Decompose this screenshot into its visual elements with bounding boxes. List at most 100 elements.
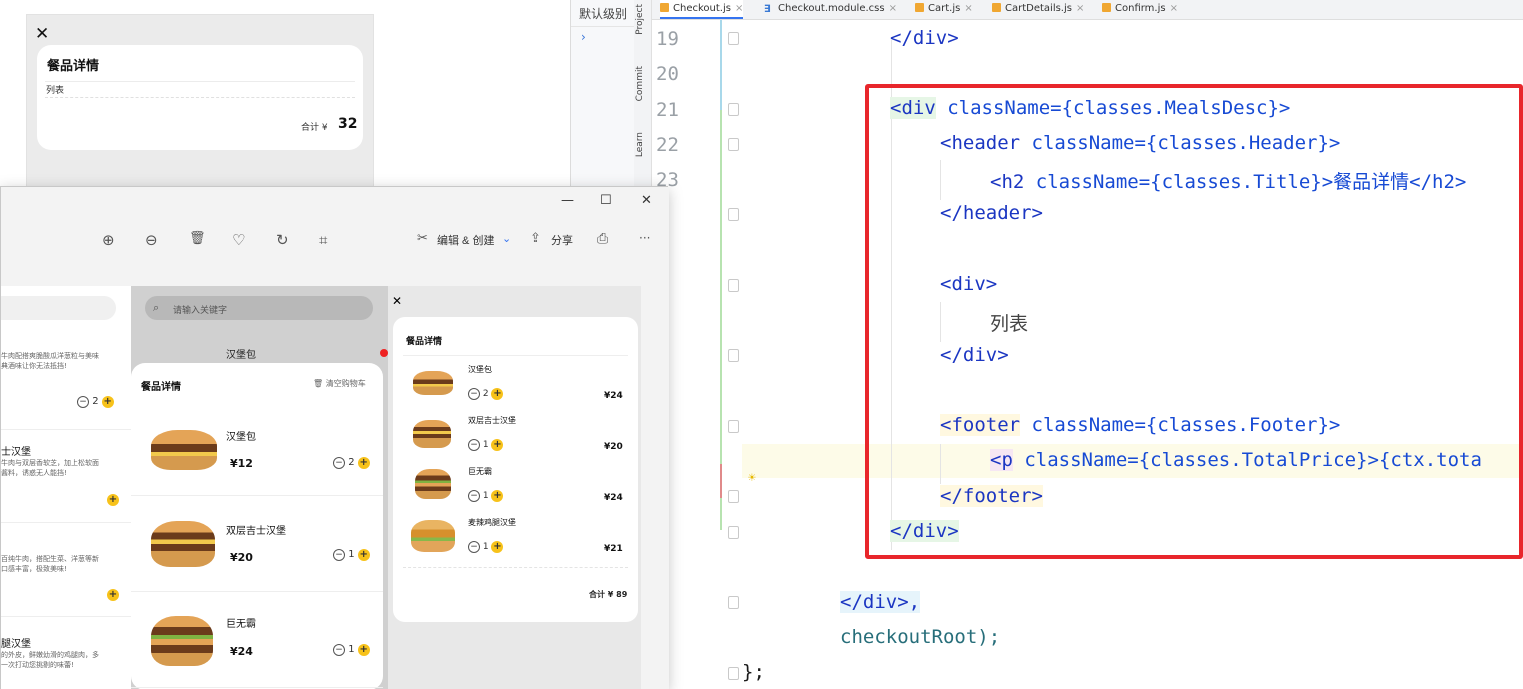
plus-icon[interactable]: + xyxy=(357,457,370,469)
plus-icon[interactable]: + xyxy=(357,644,370,656)
code-line-19[interactable]: </div> xyxy=(890,27,959,49)
fold-marker-icon[interactable] xyxy=(728,490,739,503)
quantity-stepper[interactable]: − 2 + xyxy=(77,396,114,408)
zoom-in-icon[interactable]: ⊕ xyxy=(102,231,115,249)
lightbulb-icon[interactable]: ☀ xyxy=(748,471,756,486)
tool-tab-learn[interactable]: Learn xyxy=(635,132,645,157)
quantity-stepper[interactable]: − 1 + xyxy=(333,644,370,656)
more-icon[interactable]: ··· xyxy=(639,231,650,245)
burger-image xyxy=(411,520,455,552)
viewer-toolbar: ⊕ ⊖ 🗑 ♡ ↻ ⌗ ✂ 编辑 & 创建 ⌄ ⇪ 分享 ⎙ ··· xyxy=(1,217,669,265)
tab-checkout-js[interactable]: Checkout.js × xyxy=(660,0,744,19)
quantity-stepper[interactable]: − 1 + xyxy=(468,490,504,502)
minus-icon[interactable]: − xyxy=(333,549,345,561)
item-price: ¥12 xyxy=(230,457,253,470)
minus-icon[interactable]: − xyxy=(77,396,89,408)
plus-icon[interactable]: + xyxy=(107,589,119,601)
add-button[interactable]: + xyxy=(107,494,119,506)
plus-icon[interactable]: + xyxy=(107,494,119,506)
title-bar: — ☐ ✕ xyxy=(1,187,669,217)
close-tab-icon[interactable]: × xyxy=(964,3,972,14)
cart-detail-sheet: 餐品详情 🗑 清空购物车 汉堡包 ¥12 − 2 + 双层吉士汉堡 ¥20 − … xyxy=(131,363,383,689)
tool-tab-commit[interactable]: Commit xyxy=(635,66,645,101)
code-line-35[interactable]: </div>, xyxy=(840,591,921,613)
fold-marker-icon[interactable] xyxy=(728,32,739,45)
expand-arrow-icon[interactable]: › xyxy=(581,30,586,44)
fold-marker-icon[interactable] xyxy=(728,208,739,221)
plus-icon[interactable]: + xyxy=(491,541,504,553)
print-icon[interactable]: ⎙ xyxy=(597,231,608,247)
item-desc: 牛肉配搭爽脆酸瓜洋葱粒与美味 xyxy=(1,352,99,360)
rotate-icon[interactable]: ↻ xyxy=(276,231,289,249)
fold-marker-icon[interactable] xyxy=(728,526,739,539)
minus-icon[interactable]: − xyxy=(333,644,345,656)
minus-icon[interactable]: − xyxy=(468,541,480,553)
minus-icon[interactable]: − xyxy=(468,388,480,400)
fold-marker-icon[interactable] xyxy=(728,596,739,609)
app-screenshot-image: 牛肉配搭爽脆酸瓜洋葱粒与美味 典酒味让你无法抵挡! − 2 + 士汉堡 牛肉与双… xyxy=(1,286,641,689)
close-icon[interactable]: ✕ xyxy=(641,193,652,208)
minimize-icon[interactable]: — xyxy=(561,193,574,208)
clear-cart-label: 清空购物车 xyxy=(325,379,366,388)
share-icon[interactable]: ⇪ xyxy=(530,231,541,246)
maximize-icon[interactable]: ☐ xyxy=(600,193,612,208)
close-tab-icon[interactable]: × xyxy=(1076,3,1084,14)
quantity-stepper[interactable]: − 1 + xyxy=(333,549,370,561)
edit-create-icon[interactable]: ✂ xyxy=(417,231,428,246)
quantity-value: 1 xyxy=(348,644,355,655)
burger-image xyxy=(151,616,213,666)
panel-label: 默认级别 xyxy=(579,7,628,21)
close-tab-icon[interactable]: × xyxy=(889,3,897,14)
fold-marker-icon[interactable] xyxy=(728,667,739,680)
delete-icon[interactable]: 🗑 xyxy=(189,231,206,246)
js-file-icon xyxy=(660,3,669,12)
quantity-stepper[interactable]: − 1 + xyxy=(468,439,504,451)
chevron-down-icon[interactable]: ⌄ xyxy=(502,232,511,245)
fold-marker-icon[interactable] xyxy=(728,103,739,116)
zoom-out-icon[interactable]: ⊖ xyxy=(145,231,158,249)
fold-marker-icon[interactable] xyxy=(728,420,739,433)
add-button[interactable]: + xyxy=(107,589,119,601)
share-button[interactable]: 分享 xyxy=(551,232,573,248)
search-input[interactable]: ⌕ 请输入关键字 xyxy=(145,296,373,320)
item-desc: 一次打动您挑剔的味蕾! xyxy=(1,661,74,669)
tab-confirm-js[interactable]: Confirm.js × xyxy=(1102,0,1178,19)
crop-icon[interactable]: ⌗ xyxy=(319,231,327,249)
plus-icon[interactable]: + xyxy=(357,549,370,561)
minus-icon[interactable]: − xyxy=(468,490,480,502)
preview-close-icon[interactable]: ✕ xyxy=(35,24,49,44)
plus-icon[interactable]: + xyxy=(491,388,504,400)
tab-cartdetails-js[interactable]: CartDetails.js × xyxy=(992,0,1084,19)
fold-marker-icon[interactable] xyxy=(728,279,739,292)
item-name: 麦辣鸡腿汉堡 xyxy=(468,518,516,527)
quantity-stepper[interactable]: − 2 + xyxy=(468,388,504,400)
fold-marker-icon[interactable] xyxy=(728,349,739,362)
quantity-stepper[interactable]: − 1 + xyxy=(468,541,504,553)
clear-cart-button[interactable]: 🗑 清空购物车 xyxy=(313,378,366,389)
plus-icon[interactable]: + xyxy=(101,396,114,408)
tab-checkout-module-css[interactable]: ∃ Checkout.module.css × xyxy=(764,0,897,19)
code-token: </div>, xyxy=(840,591,921,613)
close-tab-icon[interactable]: × xyxy=(735,3,743,14)
item-name: 双层吉士汉堡 xyxy=(468,416,516,425)
plus-icon[interactable]: + xyxy=(491,490,504,502)
code-line-37[interactable]: }; xyxy=(742,661,765,683)
fold-marker-icon[interactable] xyxy=(728,138,739,151)
minus-icon[interactable]: − xyxy=(333,457,345,469)
tool-tab-project[interactable]: Project xyxy=(635,4,645,35)
search-input[interactable] xyxy=(1,296,116,320)
item-price: ¥24 xyxy=(230,645,253,658)
total-value: 32 xyxy=(338,116,358,132)
edit-create-button[interactable]: 编辑 & 创建 xyxy=(437,232,494,248)
item-desc: 的外皮，鲜嫩幼滑的鸡腿肉，多 xyxy=(1,651,99,659)
close-tab-icon[interactable]: × xyxy=(1170,3,1178,14)
line-number: 21 xyxy=(656,99,679,121)
quantity-stepper[interactable]: − 2 + xyxy=(333,457,370,469)
plus-icon[interactable]: + xyxy=(491,439,504,451)
minus-icon[interactable]: − xyxy=(468,439,480,451)
favorite-icon[interactable]: ♡ xyxy=(232,231,245,249)
close-icon[interactable]: ✕ xyxy=(392,294,402,308)
code-line-36[interactable]: checkoutRoot); xyxy=(840,626,1000,648)
tab-cart-js[interactable]: Cart.js × xyxy=(915,0,973,19)
search-icon: ⌕ xyxy=(153,301,160,314)
